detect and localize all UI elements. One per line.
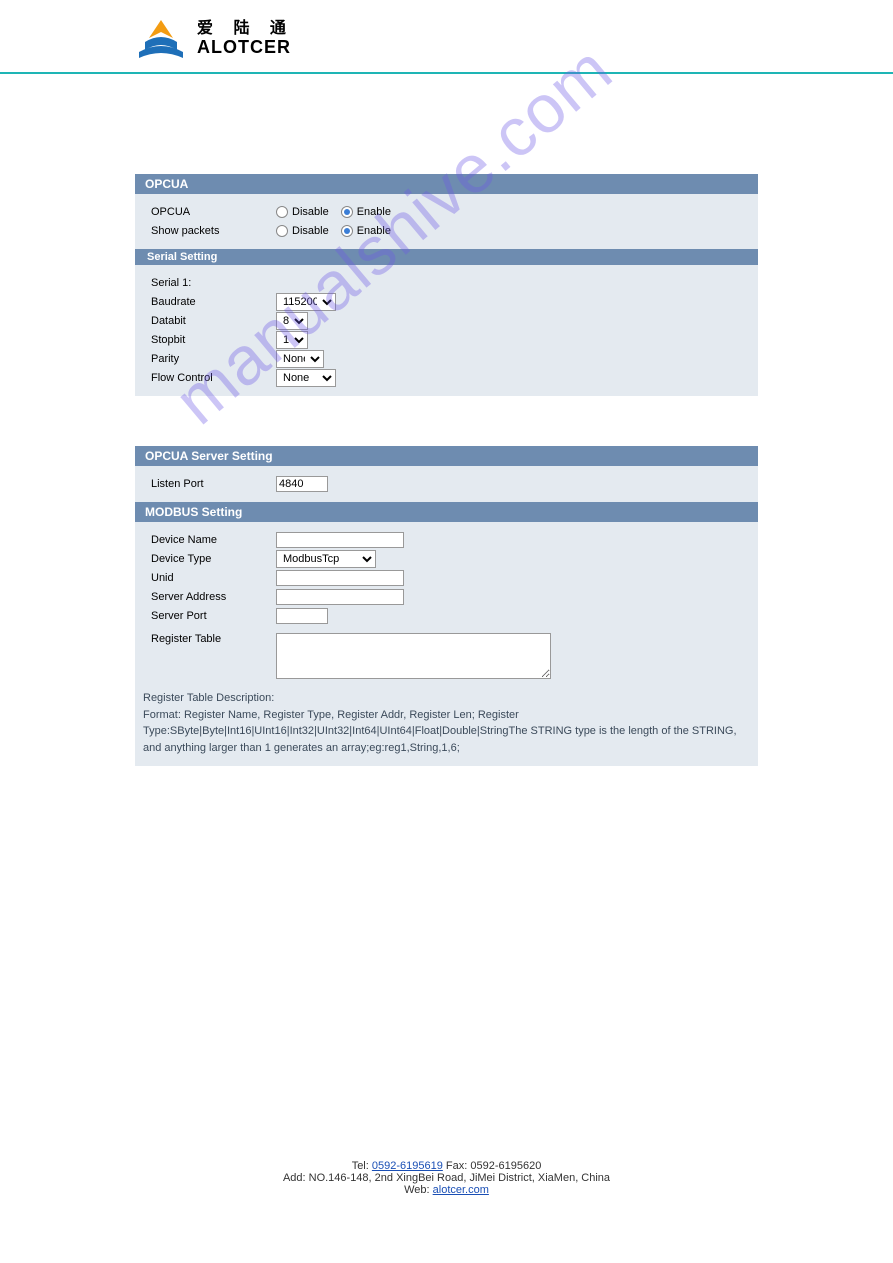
registertable-label: Register Table xyxy=(151,633,276,645)
brand-logo: 爱 陆 通 ALOTCER xyxy=(135,18,893,60)
flowcontrol-label: Flow Control xyxy=(151,372,276,384)
modbus-panel: MODBUS Setting Device Name Device Type M… xyxy=(135,502,758,766)
showpackets-enable-label: Enable xyxy=(357,225,391,237)
listenport-input[interactable] xyxy=(276,476,328,492)
parity-select[interactable]: None xyxy=(276,350,324,368)
stopbit-select[interactable]: 1 xyxy=(276,331,308,349)
alotcer-logo-icon xyxy=(135,18,187,60)
unid-label: Unid xyxy=(151,572,276,584)
opcua-row: OPCUA Disable Enable xyxy=(151,203,742,221)
footer-fax: Fax: 0592-6195620 xyxy=(443,1160,541,1172)
opcua-label: OPCUA xyxy=(151,206,276,218)
opcua-enable-label: Enable xyxy=(357,206,391,218)
flowcontrol-select[interactable]: None xyxy=(276,369,336,387)
devicetype-label: Device Type xyxy=(151,553,276,565)
baudrate-label: Baudrate xyxy=(151,296,276,308)
desc-line3: Type:SByte|Byte|Int16|UInt16|Int32|UInt3… xyxy=(143,723,750,756)
opcua-server-header: OPCUA Server Setting xyxy=(135,446,758,466)
databit-select[interactable]: 8 xyxy=(276,312,308,330)
showpackets-disable-label: Disable xyxy=(292,225,329,237)
opcua-header: OPCUA xyxy=(135,174,758,194)
modbus-header: MODBUS Setting xyxy=(135,502,758,522)
brand-name-en: ALOTCER xyxy=(197,38,294,58)
footer-address: Add: NO.146-148, 2nd XingBei Road, JiMei… xyxy=(283,1172,610,1184)
serveraddress-input[interactable] xyxy=(276,589,404,605)
footer-tel-link[interactable]: 0592-6195619 xyxy=(372,1160,443,1172)
showpackets-label: Show packets xyxy=(151,225,276,237)
registertable-textarea[interactable] xyxy=(276,633,551,679)
showpackets-disable-radio[interactable] xyxy=(276,225,288,237)
desc-line1: Register Table Description: xyxy=(143,690,750,707)
devicename-label: Device Name xyxy=(151,534,276,546)
footer-web-link[interactable]: alotcer.com xyxy=(433,1184,489,1196)
page-header: 爱 陆 通 ALOTCER xyxy=(0,0,893,74)
serveraddress-label: Server Address xyxy=(151,591,276,603)
main-content: OPCUA OPCUA Disable Enable Show packets … xyxy=(0,74,893,766)
footer-tel-label: Tel: xyxy=(352,1160,372,1172)
unid-input[interactable] xyxy=(276,570,404,586)
showpackets-row: Show packets Disable Enable xyxy=(151,222,742,240)
opcua-enable-radio[interactable] xyxy=(341,206,353,218)
showpackets-enable-radio[interactable] xyxy=(341,225,353,237)
serial-setting-header: Serial Setting xyxy=(135,249,758,265)
opcua-disable-radio[interactable] xyxy=(276,206,288,218)
register-description: Register Table Description: Format: Regi… xyxy=(135,684,758,766)
stopbit-label: Stopbit xyxy=(151,334,276,346)
opcua-panel: OPCUA OPCUA Disable Enable Show packets … xyxy=(135,174,758,396)
brand-name-cn: 爱 陆 通 xyxy=(197,20,294,38)
baudrate-select[interactable]: 115200 xyxy=(276,293,336,311)
listenport-label: Listen Port xyxy=(151,478,276,490)
opcua-server-panel: OPCUA Server Setting Listen Port xyxy=(135,446,758,502)
parity-label: Parity xyxy=(151,353,276,365)
serial1-label: Serial 1: xyxy=(151,277,276,289)
serverport-input[interactable] xyxy=(276,608,328,624)
databit-label: Databit xyxy=(151,315,276,327)
footer-web-label: Web: xyxy=(404,1184,433,1196)
opcua-disable-label: Disable xyxy=(292,206,329,218)
devicetype-select[interactable]: ModbusTcp xyxy=(276,550,376,568)
page-footer: Tel: 0592-6195619 Fax: 0592-6195620 Add:… xyxy=(0,1160,893,1196)
serverport-label: Server Port xyxy=(151,610,276,622)
devicename-input[interactable] xyxy=(276,532,404,548)
desc-line2: Format: Register Name, Register Type, Re… xyxy=(143,707,750,724)
